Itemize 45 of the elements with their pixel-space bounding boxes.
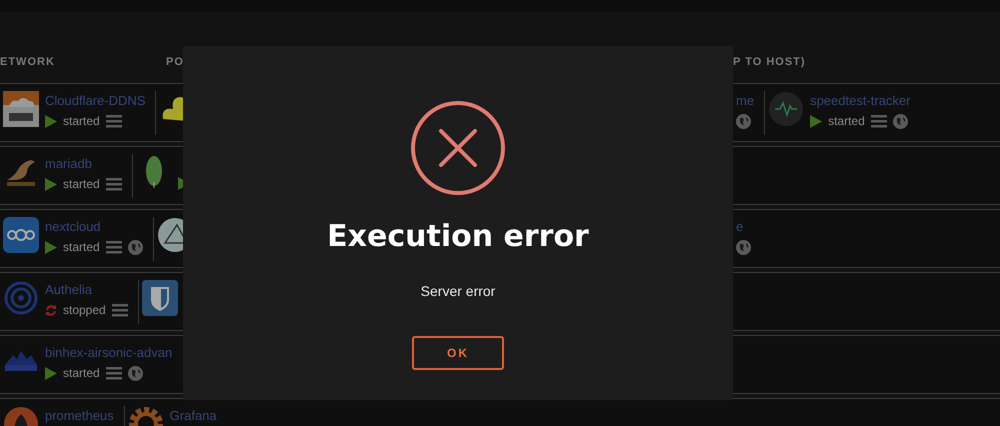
container-name[interactable]: Authelia	[45, 282, 128, 298]
globe-icon[interactable]	[892, 114, 908, 129]
rings-icon	[3, 217, 39, 253]
dialog-message: Server error	[420, 282, 496, 301]
container-name[interactable]: mariadb	[45, 156, 122, 172]
status-label: started	[63, 240, 100, 255]
menu-icon[interactable]	[106, 241, 122, 254]
container-name[interactable]: e	[736, 219, 751, 235]
play-icon[interactable]	[45, 178, 57, 191]
column-header: PO	[166, 54, 185, 70]
status-label: stopped	[63, 303, 106, 318]
status-label: started	[63, 114, 100, 129]
status-label: started	[63, 177, 100, 192]
menu-icon[interactable]	[106, 115, 122, 128]
container-name[interactable]: Cloudflare-DDNS	[45, 93, 146, 109]
globe-icon[interactable]	[736, 240, 751, 255]
status-label: started	[828, 114, 865, 129]
globe-icon[interactable]	[128, 240, 143, 255]
menu-icon[interactable]	[112, 304, 128, 317]
shield-icon	[142, 280, 178, 316]
globe-icon[interactable]	[128, 366, 143, 381]
container-name[interactable]: binhex-airsonic-advan	[45, 345, 172, 361]
dialog-title: Execution error	[327, 218, 589, 256]
container-name[interactable]: speedtest-tracker	[810, 93, 910, 109]
globe-icon[interactable]	[736, 114, 751, 129]
menu-icon[interactable]	[106, 178, 122, 191]
menu-icon[interactable]	[106, 367, 122, 380]
pulse-icon	[768, 91, 804, 127]
container-name[interactable]: me	[736, 93, 754, 109]
cloud-logo-icon	[3, 91, 39, 127]
restart-icon[interactable]	[45, 304, 57, 317]
play-icon[interactable]	[45, 367, 57, 380]
container-name[interactable]: Grafana	[170, 408, 217, 424]
ok-button[interactable]: OK	[412, 336, 504, 370]
target-icon	[3, 280, 39, 316]
play-icon[interactable]	[45, 241, 57, 254]
column-header: P TO HOST)	[733, 54, 806, 70]
error-icon	[410, 100, 506, 196]
container-name[interactable]: prometheus	[45, 408, 114, 424]
play-icon[interactable]	[45, 115, 57, 128]
column-header: ETWORK	[0, 54, 56, 70]
menu-icon[interactable]	[870, 115, 887, 128]
container-name[interactable]: nextcloud	[45, 219, 143, 235]
play-icon[interactable]	[810, 115, 822, 128]
status-label: started	[63, 366, 100, 381]
